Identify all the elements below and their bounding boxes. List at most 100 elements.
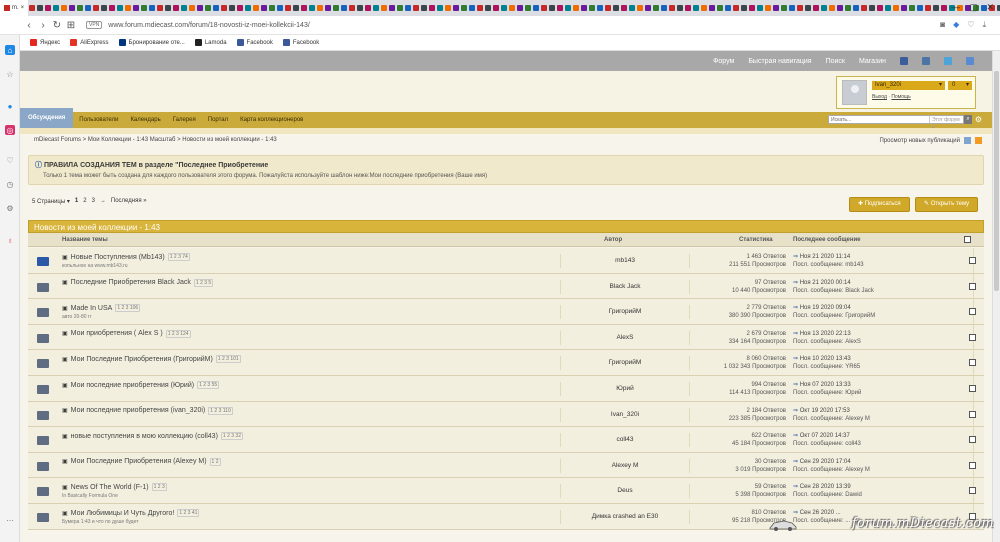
tab-favicon[interactable] (333, 5, 340, 11)
tab-favicon[interactable] (325, 5, 332, 11)
tab-favicon[interactable] (533, 5, 540, 11)
twitter-icon[interactable] (944, 57, 952, 65)
bookmark-item[interactable]: Facebook (282, 39, 319, 46)
table-row[interactable]: ▣ Мои приобретения ( Alex S ) 1 2 3 124 Ale… (28, 324, 984, 351)
instagram-icon[interactable]: ◎ (5, 125, 15, 135)
topic-author[interactable]: Black Jack (560, 279, 690, 294)
table-row[interactable]: ▣ Мои Последние Приобретения (ГригорийМ) 1… (28, 350, 984, 376)
nav-search[interactable]: Поиск (826, 58, 845, 65)
topic-title-link[interactable]: Мои последние приобретения (Юрий) (71, 382, 194, 389)
tab-favicon[interactable] (925, 5, 932, 11)
tab-favicon[interactable] (477, 5, 484, 11)
tab-favicon[interactable] (301, 5, 308, 11)
bookmark-item[interactable]: Lamoda (194, 39, 227, 46)
tab-favicon[interactable] (373, 5, 380, 11)
tab-favicon[interactable] (557, 5, 564, 11)
tab-favicon[interactable] (597, 5, 604, 11)
tab-favicon[interactable] (365, 5, 372, 11)
last-post-date[interactable]: Ноя 10 2020 13:43 (800, 356, 851, 362)
star-icon[interactable]: ☆ (5, 69, 15, 79)
topic-title-link[interactable]: Мои последние приобретения (ivan_320i) (71, 407, 206, 414)
table-row[interactable]: ▣ News Of The World (F-1) 1 2 3 In Basicall… (28, 478, 984, 504)
tab-favicon[interactable] (541, 5, 548, 11)
heart-icon[interactable]: ♡ (967, 20, 974, 30)
tab-favicon[interactable] (677, 5, 684, 11)
tab-users[interactable]: Пользователи (73, 117, 124, 123)
tab-favicon[interactable] (445, 5, 452, 11)
heart-icon[interactable]: ♡ (5, 155, 15, 165)
tab-favicon[interactable] (725, 5, 732, 11)
new-publications[interactable]: Просмотр новых публикаций (880, 137, 982, 144)
table-row[interactable]: ▣ Мои Любимицы И Чуть Другого! 1 2 3 41 Бум… (28, 504, 984, 530)
scrollbar[interactable] (992, 51, 1000, 542)
tab-favicon[interactable] (149, 5, 156, 11)
last-post-author[interactable]: Посл. сообщение: coll43 (793, 440, 861, 448)
last-post-arrow-icon[interactable]: ⇒ (793, 510, 800, 516)
tab-favicon[interactable] (525, 5, 532, 11)
breadcrumb[interactable]: mDiecast Forums > Мои Коллекции - 1:43 М… (34, 137, 277, 143)
tab-favicon[interactable] (309, 5, 316, 11)
tab-favicon[interactable] (933, 5, 940, 11)
tab-favicon[interactable] (645, 5, 652, 11)
last-post-author[interactable]: Посл. сообщение: Dawid (793, 491, 862, 499)
tab-favicon[interactable] (213, 5, 220, 11)
tab-favicon[interactable] (773, 5, 780, 11)
tab-favicon[interactable] (269, 5, 276, 11)
topic-pages[interactable]: 1 2 3 32 (220, 432, 243, 441)
tab-favicon[interactable] (469, 5, 476, 11)
avatar[interactable] (842, 80, 867, 105)
topic-author[interactable]: Юрий (560, 382, 690, 396)
tab-favicon[interactable] (245, 5, 252, 11)
tab-favicon[interactable] (285, 5, 292, 11)
topic-author[interactable]: Ivan_320i (560, 407, 690, 422)
tab-favicon[interactable] (941, 5, 948, 11)
tab-favicon[interactable] (757, 5, 764, 11)
table-row[interactable]: ▣ Новые Поступления (Mb143) 1 2 3 74 копьль… (28, 248, 984, 274)
topic-pages[interactable]: 1 2 3 110 (208, 406, 233, 415)
topic-author[interactable]: coll43 (560, 433, 690, 448)
tab-favicon[interactable] (885, 5, 892, 11)
tab-favicon[interactable] (349, 5, 356, 11)
tab-favicon[interactable] (277, 5, 284, 11)
tab-favicon[interactable] (165, 5, 172, 11)
next-page[interactable]: → (100, 198, 106, 205)
new-topic-button[interactable]: ✎ Открыть тему (915, 197, 979, 212)
gear-icon[interactable]: ⚙ (975, 115, 982, 124)
tab-favicon[interactable] (205, 5, 212, 11)
tab-favicon[interactable] (581, 5, 588, 11)
tab-favicon[interactable] (493, 5, 500, 11)
tab-favicon[interactable] (413, 5, 420, 11)
tab-favicon[interactable] (749, 5, 756, 11)
tab-favicon[interactable] (453, 5, 460, 11)
tab-favicon[interactable] (237, 5, 244, 11)
tab-favicon[interactable] (437, 5, 444, 11)
last-post-arrow-icon[interactable]: ⇒ (793, 433, 800, 439)
table-row[interactable]: ▣ новые поступления в мою коллекцию (coll… (28, 427, 984, 453)
tab-calendar[interactable]: Календарь (124, 117, 166, 123)
tab-discussions[interactable]: Обсуждения (20, 108, 74, 128)
notification-count[interactable]: 0 ▾ (948, 81, 972, 90)
tab-favicon[interactable] (717, 5, 724, 11)
tab-favicon[interactable] (421, 5, 428, 11)
tab-favicon[interactable] (605, 5, 612, 11)
tab-favicon[interactable] (197, 5, 204, 11)
last-post-author[interactable]: Посл. сообщение: YR65 (793, 363, 860, 371)
tab-favicon[interactable] (173, 5, 180, 11)
tab-favicon[interactable] (221, 5, 228, 11)
tab-favicon[interactable] (565, 5, 572, 11)
topic-checkbox[interactable] (969, 282, 976, 290)
tab-favicon[interactable] (709, 5, 716, 11)
tab-favicon[interactable] (661, 5, 668, 11)
tab-favicon[interactable] (181, 5, 188, 11)
topic-checkbox[interactable] (969, 461, 976, 469)
last-post-arrow-icon[interactable]: ⇒ (793, 408, 800, 414)
tab-gallery[interactable]: Галерея (167, 117, 202, 123)
topic-checkbox[interactable] (969, 333, 976, 341)
tab-favicon[interactable] (141, 5, 148, 11)
scrollbar-thumb[interactable] (994, 71, 999, 291)
tab-favicon[interactable] (189, 5, 196, 11)
tab-favicon[interactable] (653, 5, 660, 11)
tab-favicon[interactable] (61, 5, 68, 11)
topic-pages[interactable]: 1 2 (209, 457, 221, 466)
tab-favicon[interactable] (389, 5, 396, 11)
